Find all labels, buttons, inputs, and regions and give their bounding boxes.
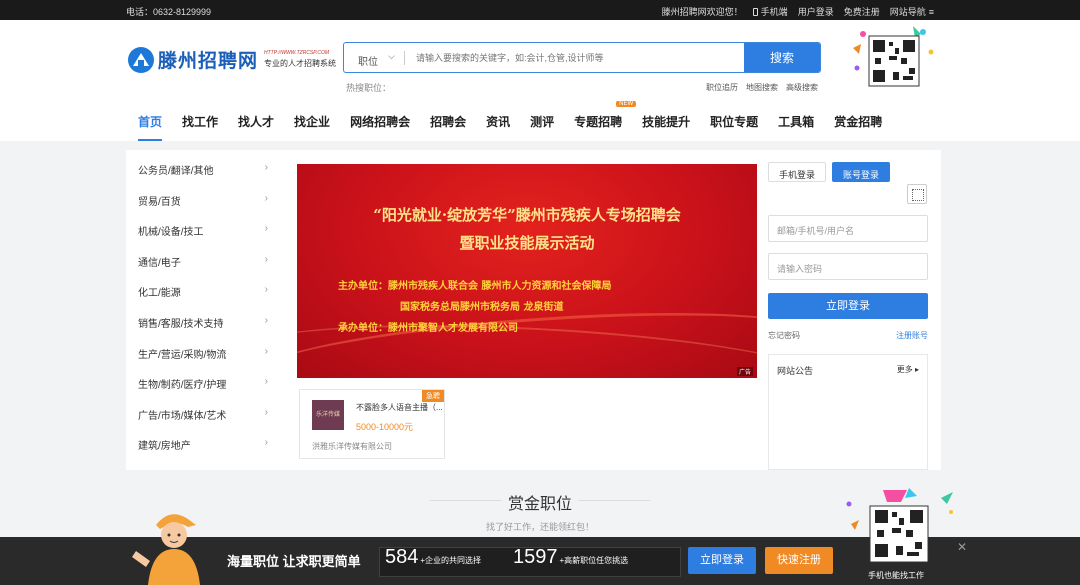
search-bar: 职位⌵ 搜索 — [343, 42, 821, 73]
mobile-icon — [752, 8, 758, 16]
nav-news[interactable]: 资讯 — [486, 113, 510, 130]
nav-job-topics[interactable]: 职位专题 — [710, 113, 758, 130]
job-title: 不露脸多人语音主播（... — [356, 403, 443, 412]
chevron-right-icon: › — [264, 376, 268, 388]
floating-qr-caption: 手机也能找工作 — [868, 571, 924, 580]
logo-slogan: 专业的人才招聘系统 — [264, 59, 337, 68]
job-salary: 5000-10000元 — [356, 422, 414, 432]
chevron-right-icon: › — [264, 162, 268, 173]
category-item[interactable]: 销售/客服/技术支持 › — [138, 315, 268, 346]
notice-title: 网站公告 — [777, 366, 814, 376]
floating-qr-code-icon — [846, 488, 953, 563]
search-button[interactable]: 搜索 — [744, 43, 820, 72]
notice-more-link[interactable]: 更多 ▸ — [897, 364, 919, 375]
chevron-right-icon: › — [264, 223, 268, 235]
register-link[interactable]: 注册账号 — [896, 330, 928, 341]
person-illustration — [132, 514, 200, 585]
qr-code-icon — [853, 26, 934, 87]
site-logo[interactable]: 滕州招聘网 HTTP://WWW.TZRCSP.COM 专业的人才招聘系统 — [128, 46, 336, 73]
company-logo: 乐洋传媒 — [312, 400, 344, 430]
qr-login-icon[interactable] — [907, 184, 927, 204]
nav-skills[interactable]: 技能提升 — [642, 113, 690, 130]
chevron-right-icon: › — [264, 345, 268, 357]
category-item[interactable]: 广告/市场/媒体/艺术 › — [138, 407, 268, 438]
bottom-register-button[interactable]: 快速注册 — [765, 547, 833, 574]
login-link[interactable]: 用户登录 — [798, 5, 834, 18]
advanced-search-link[interactable]: 高级搜索 — [786, 82, 818, 93]
main-nav: 首页 找工作 找人才 找企业 网络招聘会 招聘会 资讯 测评 专题招聘 NEW 技… — [138, 101, 902, 141]
logo-mark-icon — [128, 46, 154, 73]
nav-assessment[interactable]: 测评 — [530, 113, 554, 130]
register-link[interactable]: 免费注册 — [844, 5, 880, 18]
username-field[interactable]: 邮箱/手机号/用户名 — [768, 215, 928, 242]
banner-organizer: 主办单位：滕州市残疾人联合会 滕州市人力资源和社会保障局 — [338, 281, 612, 292]
login-panel: 手机登录 账号登录 邮箱/手机号/用户名 请输入密码 立即登录 忘记密码 注册账… — [768, 162, 928, 470]
tab-account-login[interactable]: 账号登录 — [832, 162, 891, 182]
category-item[interactable]: 化工/能源 › — [138, 284, 268, 315]
job-count: 1597 +高薪职位任您挑选 — [513, 546, 629, 568]
top-bar: 电话：0632-8129999 滕州招聘网欢迎您！ 手机端 用户登录 免费注册 … — [0, 0, 1080, 20]
main-panel: 公务员/翻译/其他 › 贸易/百货 › 机械/设备/技工 › 通信/电子 › 化工/能源… — [126, 150, 941, 470]
search-input[interactable] — [405, 43, 744, 72]
nav-home[interactable]: 首页 — [138, 113, 163, 141]
forgot-password-link[interactable]: 忘记密码 — [768, 330, 800, 341]
ad-badge: 广告 — [736, 367, 753, 376]
promo-banner[interactable]: “阳光就业·绽放芳华”滕州市残疾人专场招聘会 暨职业技能展示活动 主办单位：滕州… — [297, 164, 757, 378]
site-nav-link[interactable]: 网站导航 ≡ — [890, 5, 934, 18]
header: 滕州招聘网 HTTP://WWW.TZRCSP.COM 专业的人才招聘系统 职位… — [0, 20, 1080, 141]
nav-find-talent[interactable]: 找人才 — [238, 113, 274, 130]
category-item[interactable]: 生产/营运/采购/物流 › — [138, 346, 268, 377]
logo-name: 滕州招聘网 — [158, 50, 259, 72]
menu-icon: ≡ — [928, 7, 934, 17]
banner-organizer-2: 国家税务总局滕州市税务局 龙泉街道 — [400, 302, 564, 313]
bottom-login-button[interactable]: 立即登录 — [688, 547, 756, 574]
chevron-right-icon: › — [264, 314, 268, 326]
company-name: 洪雅乐洋传媒有限公司 — [312, 442, 392, 451]
category-item[interactable]: 公务员/翻译/其他 › — [138, 162, 268, 193]
category-item[interactable]: 贸易/百货 › — [138, 193, 268, 224]
chevron-right-icon: › — [264, 406, 268, 418]
company-count: 584 +企业的共同选择 — [385, 546, 482, 568]
category-item[interactable]: 机械/设备/技工 › — [138, 223, 268, 254]
category-item[interactable]: 建筑/房地产 › — [138, 437, 268, 468]
phone-number: 电话：0632-8129999 — [126, 7, 212, 17]
new-badge: NEW — [616, 101, 637, 107]
bottom-slogan: 海量职位 让求职更简单 — [227, 554, 361, 569]
logo-url: HTTP://WWW.TZRCSP.COM — [264, 50, 330, 56]
category-item[interactable]: 生物/制药/医疗/护理 › — [138, 376, 268, 407]
urgent-badge: 急聘 — [422, 390, 444, 402]
category-list: 公务员/翻译/其他 › 贸易/百货 › 机械/设备/技工 › 通信/电子 › 化工/能源… — [138, 162, 268, 468]
nav-bounty[interactable]: 赏金招聘 — [834, 113, 882, 130]
banner-subtitle: 暨职业技能展示活动 — [459, 234, 595, 252]
search-category-select[interactable]: 职位 ⌵ — [344, 43, 404, 72]
chevron-right-icon: › — [264, 253, 268, 265]
chevron-down-icon: ⌵ — [388, 51, 395, 61]
notice-box: 网站公告 更多 ▸ — [768, 354, 928, 470]
close-icon[interactable]: ✕ — [957, 540, 967, 554]
category-item[interactable]: 通信/电子 › — [138, 254, 268, 285]
chevron-right-icon: › — [264, 192, 268, 204]
nav-job-fair[interactable]: 招聘会 — [430, 113, 466, 130]
welcome-text: 滕州招聘网欢迎您！ — [661, 7, 743, 17]
chevron-right-icon: › — [264, 437, 268, 449]
search-link[interactable]: 职位追历 — [706, 82, 738, 93]
login-button[interactable]: 立即登录 — [768, 293, 928, 319]
banner-title: “阳光就业·绽放芳华”滕州市残疾人专场招聘会 — [373, 206, 681, 224]
mobile-link[interactable]: 手机端 — [752, 5, 788, 18]
nav-toolbox[interactable]: 工具箱 — [778, 113, 814, 130]
tab-phone-login[interactable]: 手机登录 — [768, 162, 827, 182]
hot-jobs-label: 热搜职位： — [346, 83, 392, 93]
nav-online-fair[interactable]: 网络招聘会 — [350, 113, 410, 130]
search-links: 职位追历 地图搜索 高级搜索 — [706, 82, 818, 93]
chevron-right-icon: › — [264, 284, 268, 296]
password-field[interactable]: 请输入密码 — [768, 253, 928, 280]
nav-find-job[interactable]: 找工作 — [182, 113, 218, 130]
banner-undertaker: 承办单位：滕州市聚智人才发展有限公司 — [338, 323, 518, 334]
map-search-link[interactable]: 地图搜索 — [746, 82, 778, 93]
job-card[interactable]: 乐洋传媒 不露脸多人语音主播（... 5000-10000元 洪雅乐洋传媒有限公… — [299, 389, 445, 459]
nav-special-recruit[interactable]: 专题招聘 NEW — [574, 101, 637, 130]
nav-find-company[interactable]: 找企业 — [294, 113, 330, 130]
